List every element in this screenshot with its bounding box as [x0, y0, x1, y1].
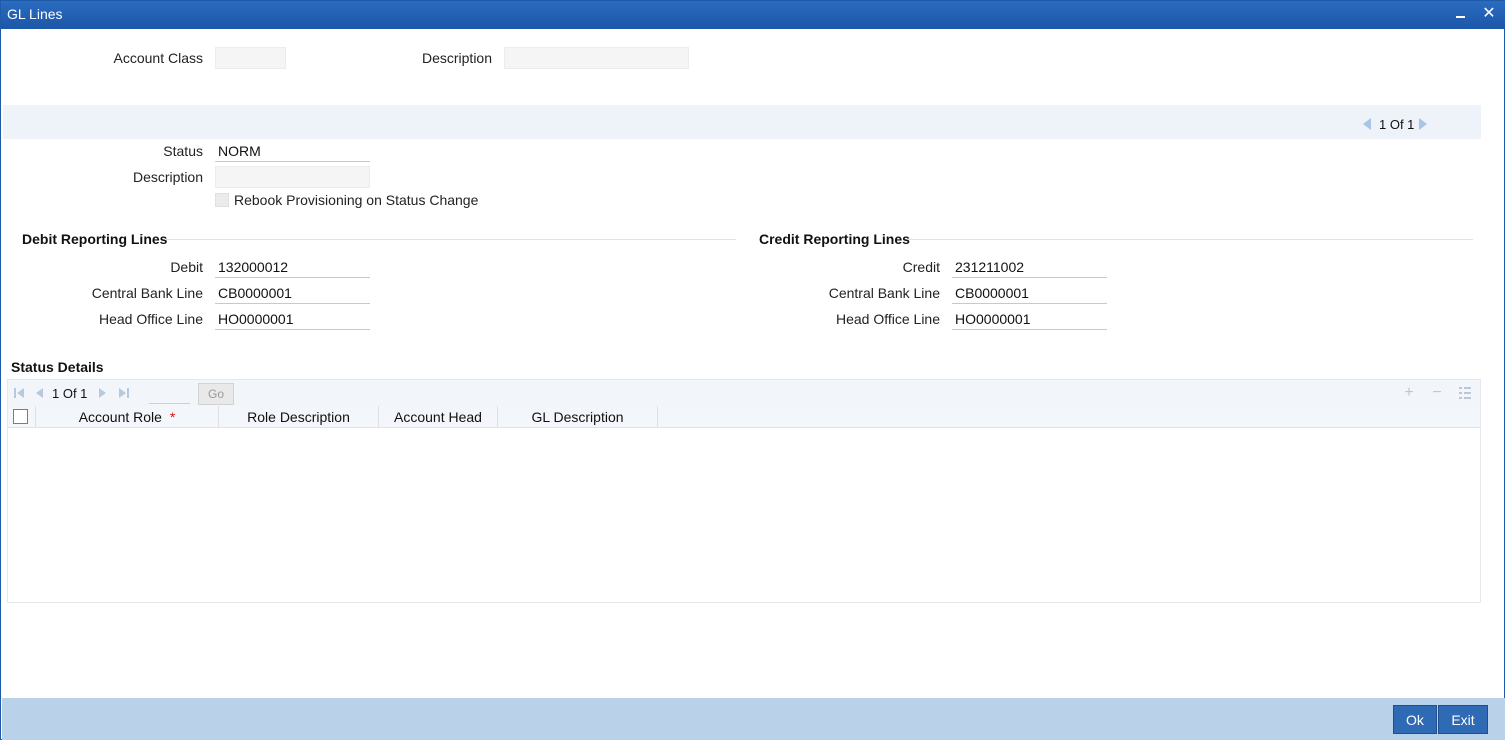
select-all-checkbox[interactable]: [13, 409, 28, 424]
debit-label: Debit: [170, 259, 203, 275]
title-bar: GL Lines ✕: [1, 1, 1505, 29]
rebook-provisioning-label: Rebook Provisioning on Status Change: [234, 192, 479, 208]
status-details-grid: 1 Of 1 Go + − Account Role * Role Descri…: [7, 379, 1481, 603]
grid-header-row: Account Role * Role Description Account …: [8, 406, 1480, 428]
close-icon[interactable]: ✕: [1480, 5, 1498, 23]
credit-section-divider: [908, 239, 1473, 240]
credit-head-office-line-input[interactable]: [952, 308, 1107, 330]
previous-record-icon[interactable]: [1363, 118, 1371, 130]
column-account-head[interactable]: Account Head: [379, 406, 498, 428]
next-record-icon[interactable]: [1419, 118, 1427, 130]
status-record-band: [3, 105, 1481, 139]
last-page-icon[interactable]: [118, 387, 130, 399]
credit-central-bank-line-label: Central Bank Line: [828, 285, 940, 301]
rebook-provisioning-checkbox[interactable]: [215, 193, 229, 207]
header-description-label: Description: [421, 50, 492, 66]
select-all-column: [8, 406, 36, 428]
credit-reporting-lines-title: Credit Reporting Lines: [759, 231, 910, 247]
gl-lines-window: GL Lines ✕ Account Class Description 1 O…: [0, 0, 1505, 740]
window-title: GL Lines: [7, 6, 63, 22]
first-page-icon[interactable]: [13, 387, 25, 399]
delete-row-icon[interactable]: −: [1430, 385, 1444, 401]
ok-button[interactable]: Ok: [1393, 705, 1437, 734]
debit-head-office-line-label: Head Office Line: [98, 311, 203, 327]
single-view-icon[interactable]: [1458, 386, 1472, 400]
grid-toolbar: 1 Of 1 Go + −: [8, 380, 1480, 406]
debit-head-office-line-input[interactable]: [215, 308, 370, 330]
account-class-label: Account Class: [113, 50, 203, 66]
column-account-role[interactable]: Account Role *: [36, 406, 219, 428]
column-gl-description[interactable]: GL Description: [498, 406, 658, 428]
grid-body: [8, 428, 1480, 602]
status-label: Status: [163, 143, 203, 159]
credit-head-office-line-label: Head Office Line: [835, 311, 940, 327]
status-input[interactable]: [215, 140, 370, 162]
record-pager-text: 1 Of 1: [1379, 117, 1415, 132]
status-description-label: Description: [132, 169, 203, 185]
required-marker: *: [169, 409, 176, 425]
credit-label: Credit: [902, 259, 940, 275]
exit-button[interactable]: Exit: [1438, 705, 1488, 734]
footer-bar: [2, 698, 1505, 740]
credit-central-bank-line-input[interactable]: [952, 282, 1107, 304]
credit-input[interactable]: [952, 256, 1107, 278]
debit-reporting-lines-title: Debit Reporting Lines: [22, 231, 168, 247]
next-page-icon[interactable]: [97, 387, 109, 399]
debit-central-bank-line-input[interactable]: [215, 282, 370, 304]
header-description-input[interactable]: [504, 47, 689, 69]
column-account-role-label: Account Role: [78, 409, 162, 425]
go-button[interactable]: Go: [198, 383, 234, 405]
column-role-description[interactable]: Role Description: [219, 406, 379, 428]
add-row-icon[interactable]: +: [1402, 385, 1416, 401]
debit-section-divider: [166, 239, 736, 240]
debit-central-bank-line-label: Central Bank Line: [91, 285, 203, 301]
previous-page-icon[interactable]: [33, 387, 45, 399]
account-class-input[interactable]: [215, 47, 286, 69]
grid-pager-text: 1 Of 1: [52, 386, 88, 401]
status-description-input[interactable]: [215, 166, 370, 188]
minimize-icon[interactable]: [1452, 5, 1470, 23]
debit-input[interactable]: [215, 256, 370, 278]
page-number-input[interactable]: [149, 384, 190, 404]
status-details-title: Status Details: [11, 359, 104, 375]
